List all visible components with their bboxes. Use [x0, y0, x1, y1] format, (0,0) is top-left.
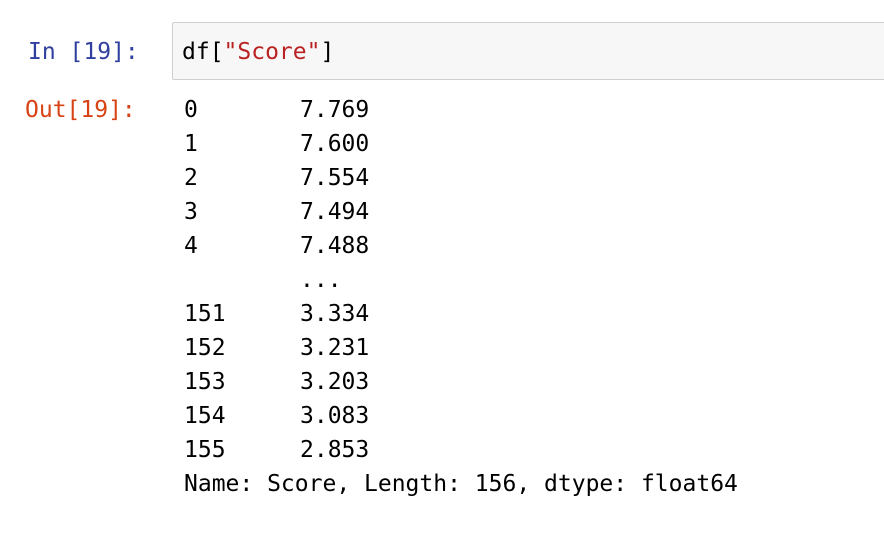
row-index: 4	[184, 233, 198, 259]
row-index: 155	[184, 437, 226, 463]
series-row: 151 3.334	[184, 299, 738, 333]
series-row: 0 7.769	[184, 95, 738, 129]
code-input-cell[interactable]: df["Score"]	[172, 22, 884, 80]
row-index: 153	[184, 369, 226, 395]
series-footer: Name: Score, Length: 156, dtype: float64	[184, 471, 738, 497]
row-index: 0	[184, 97, 198, 123]
series-row: 153 3.203	[184, 367, 738, 401]
row-value: 3.203	[300, 369, 370, 395]
row-value: 3.083	[300, 403, 370, 429]
code-suffix: ]	[320, 39, 335, 65]
row-index: 154	[184, 403, 226, 429]
ellipsis: ...	[300, 267, 342, 293]
row-value: 7.494	[300, 199, 370, 225]
row-index: 3	[184, 199, 198, 225]
row-index: 1	[184, 131, 198, 157]
series-ellipsis-row: ...	[184, 265, 738, 299]
row-index: 152	[184, 335, 226, 361]
row-value: 3.334	[300, 301, 370, 327]
code-string-literal: "Score"	[223, 39, 321, 65]
series-row: 2 7.554	[184, 163, 738, 197]
row-value: 7.488	[300, 233, 370, 259]
cell-output: 0 7.769 1 7.600 2 7.554 3 7.494 4 7.488 …	[184, 95, 738, 503]
input-prompt: In [19]:	[28, 39, 139, 65]
row-value: 7.600	[300, 131, 370, 157]
row-value: 2.853	[300, 437, 370, 463]
code-prefix: df[	[182, 39, 224, 65]
row-value: 7.554	[300, 165, 370, 191]
row-index: 2	[184, 165, 198, 191]
series-row: 155 2.853	[184, 435, 738, 469]
series-row: 4 7.488	[184, 231, 738, 265]
code-line[interactable]: df["Score"]	[182, 37, 334, 67]
series-row: 152 3.231	[184, 333, 738, 367]
row-index: 151	[184, 301, 226, 327]
series-row: 154 3.083	[184, 401, 738, 435]
series-row: 1 7.600	[184, 129, 738, 163]
row-value: 7.769	[300, 97, 370, 123]
series-row: 3 7.494	[184, 197, 738, 231]
output-prompt: Out[19]:	[25, 97, 136, 123]
row-value: 3.231	[300, 335, 370, 361]
